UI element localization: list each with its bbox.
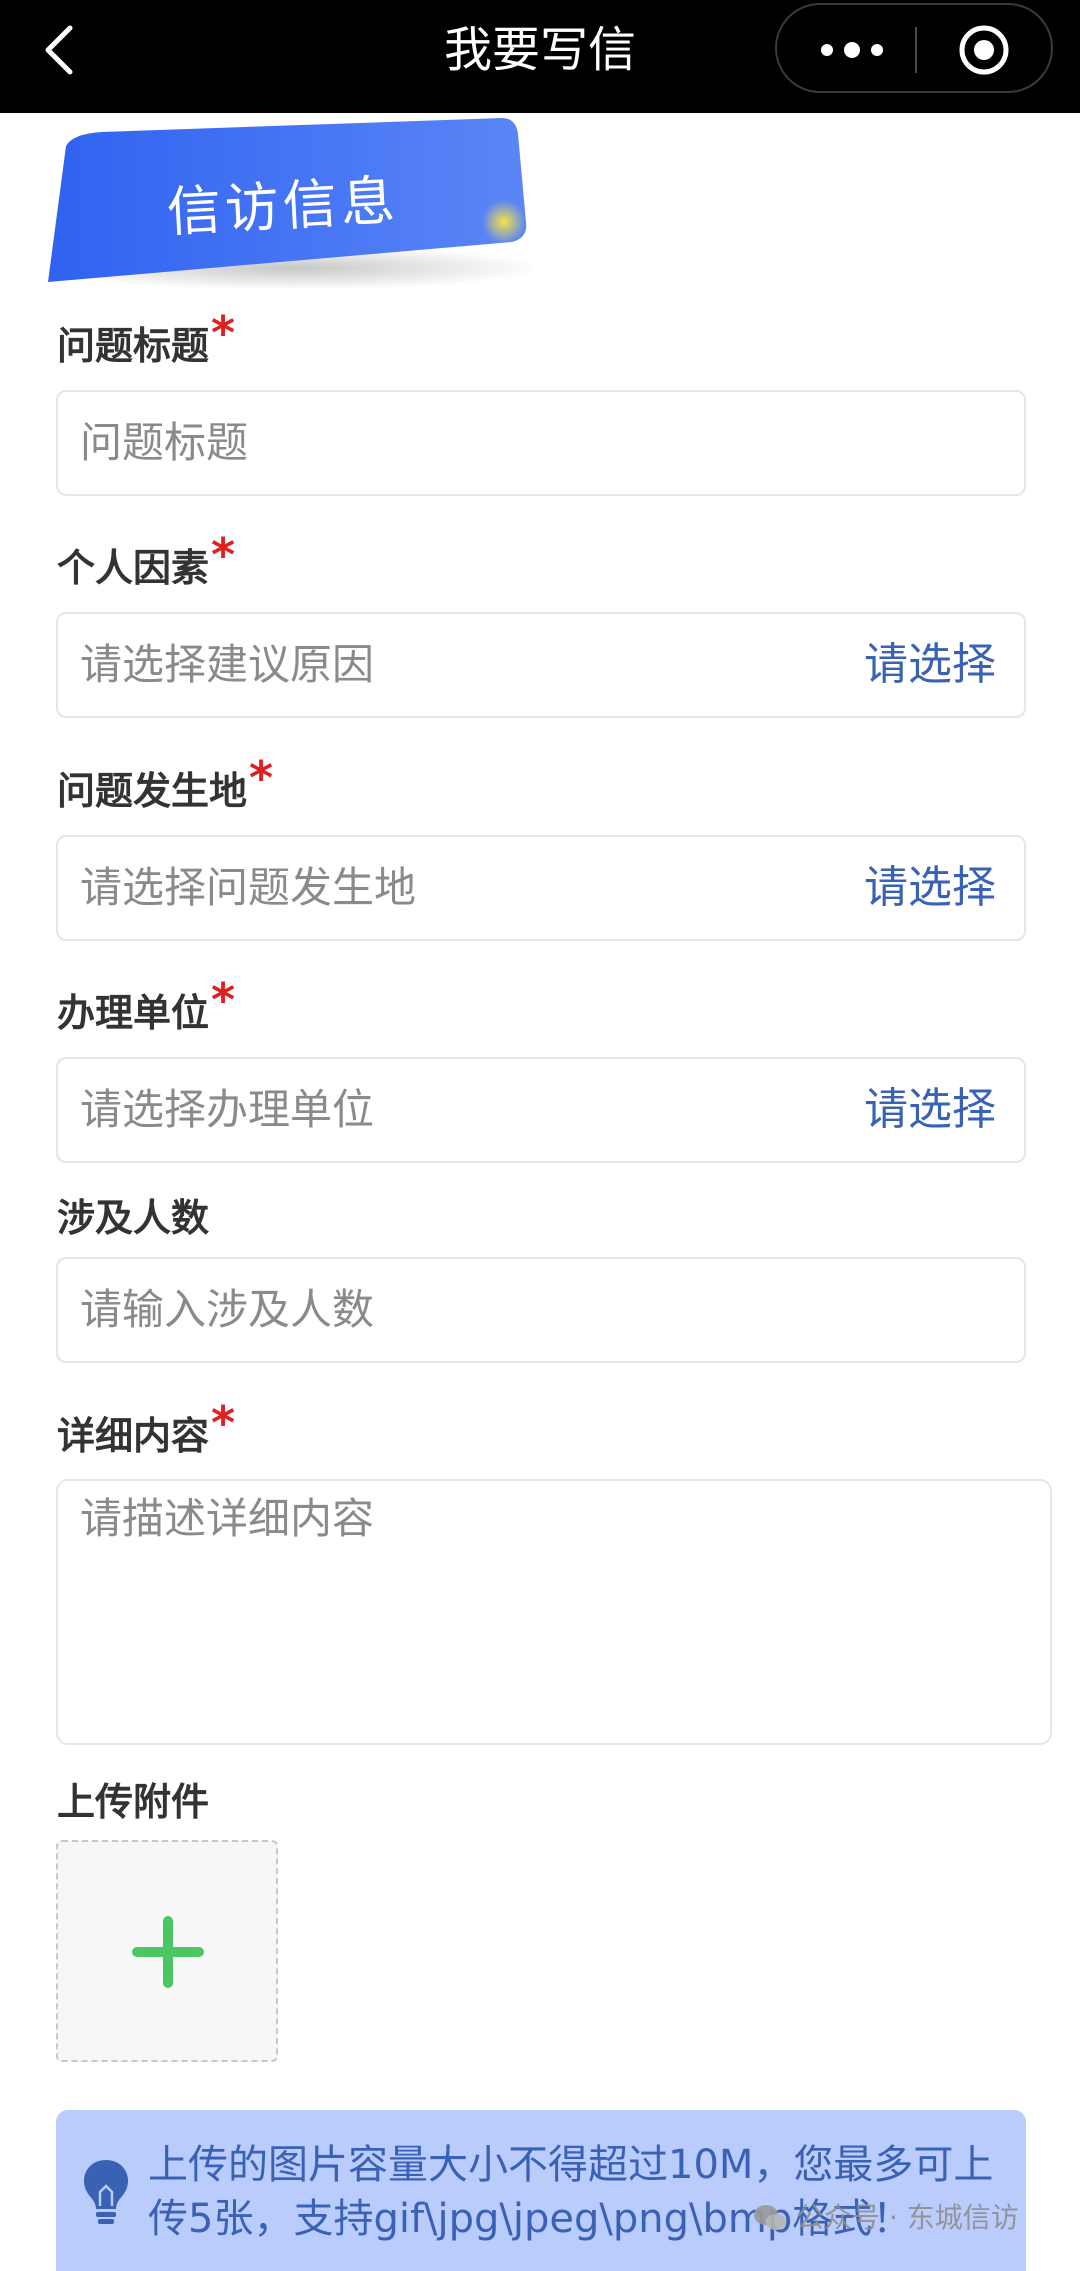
unit-placeholder: 请选择办理单位: [80, 1085, 375, 1134]
capsule-divider: [915, 27, 917, 73]
location-placeholder: 请选择问题发生地: [80, 863, 417, 912]
more-dots-icon: [821, 42, 883, 58]
section-title: 信访信息: [165, 168, 401, 244]
required-mark: *: [211, 973, 236, 1027]
close-mini-program-button[interactable]: [957, 23, 1011, 77]
reason-select-button[interactable]: 请选择: [864, 614, 996, 716]
location-select[interactable]: 请选择问题发生地 请选择: [56, 835, 1026, 941]
reason-select[interactable]: 请选择建议原因 请选择: [56, 612, 1026, 718]
content-textarea[interactable]: 请描述详细内容: [56, 1479, 1052, 1745]
wechat-icon: [754, 2205, 786, 2230]
people-placeholder: 请输入涉及人数: [80, 1285, 375, 1334]
upload-tip: 上传的图片容量大小不得超过10M，您最多可上传5张，支持gif\jpg\jpeg…: [56, 2110, 1026, 2271]
people-input[interactable]: 请输入涉及人数: [56, 1257, 1026, 1363]
unit-label: 办理单位*: [57, 973, 236, 1035]
location-label: 问题发生地*: [57, 751, 274, 813]
content-placeholder: 请描述详细内容: [80, 1494, 375, 1543]
mini-program-capsule: [775, 3, 1053, 93]
title-placeholder: 问题标题: [80, 418, 249, 467]
top-navbar: 我要写信: [0, 0, 1080, 113]
title-label: 问题标题*: [57, 306, 236, 368]
required-mark: *: [211, 306, 236, 360]
target-circle-icon: [959, 25, 1009, 75]
title-input[interactable]: 问题标题: [56, 390, 1026, 496]
content-label: 详细内容*: [57, 1396, 236, 1458]
section-badge: 信访信息: [42, 118, 542, 290]
reason-label: 个人因素*: [57, 528, 236, 590]
required-mark: *: [211, 1396, 236, 1450]
attachment-label: 上传附件: [57, 1780, 210, 1824]
lightbulb-icon: [84, 2160, 128, 2224]
people-label: 涉及人数: [57, 1196, 210, 1240]
required-mark: *: [211, 528, 236, 582]
watermark: 公众号 · 东城信访: [752, 2200, 1019, 2236]
reason-placeholder: 请选择建议原因: [80, 640, 375, 689]
upload-attachment-button[interactable]: [56, 1840, 278, 2062]
plus-icon: [132, 1916, 204, 1988]
location-select-button[interactable]: 请选择: [864, 837, 996, 939]
more-button[interactable]: [807, 25, 897, 75]
required-mark: *: [249, 751, 274, 805]
unit-select-button[interactable]: 请选择: [864, 1059, 996, 1161]
unit-select[interactable]: 请选择办理单位 请选择: [56, 1057, 1026, 1163]
watermark-text: 公众号 · 东城信访: [796, 2201, 1019, 2234]
